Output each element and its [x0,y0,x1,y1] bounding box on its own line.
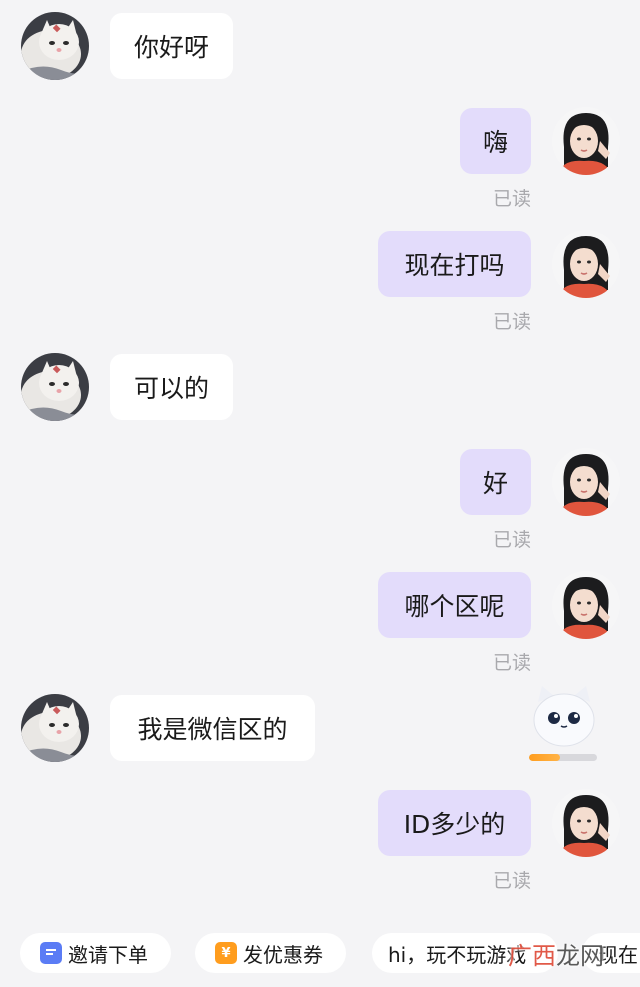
message-bubble-incoming[interactable]: 我是微信区的 [110,695,315,761]
message-bubble-outgoing[interactable]: ID多少的 [378,790,531,856]
quick-reply-send-coupon[interactable]: ¥ 发优惠券 [195,933,346,973]
cat-mascot-icon[interactable] [528,680,600,764]
self-avatar[interactable] [552,571,620,639]
girl-avatar-icon [552,571,620,639]
message-bubble-outgoing[interactable]: 嗨 [460,108,531,174]
cat-avatar-icon [21,694,89,762]
message-bubble-outgoing[interactable]: 哪个区呢 [378,572,531,638]
cat-avatar-icon [21,353,89,421]
girl-avatar-icon [552,107,620,175]
read-status: 已读 [492,311,531,333]
girl-avatar-icon [552,230,620,298]
contact-avatar[interactable] [21,694,89,762]
read-status: 已读 [492,652,531,674]
girl-avatar-icon [552,789,620,857]
chat-area: 你好呀 嗨 已读 现在打吗 已读 可以的 好 已读 哪个区呢 已读 我是微信区的 [0,0,640,987]
self-avatar[interactable] [552,230,620,298]
quick-reply-label: hi，玩不玩游戏 [388,942,527,967]
read-status: 已读 [492,870,531,892]
read-status: 已读 [492,529,531,551]
self-avatar[interactable] [552,107,620,175]
quick-reply-play-game[interactable]: hi，玩不玩游戏 [372,933,558,973]
self-avatar[interactable] [552,448,620,516]
quick-reply-now[interactable]: 现在 [582,933,640,973]
quick-reply-label: 邀请下单 [68,942,148,967]
quick-reply-bar: 邀请下单 ¥ 发优惠券 hi，玩不玩游戏 现在 [0,926,640,982]
message-bubble-incoming[interactable]: 你好呀 [110,13,233,79]
mascot-progress-bar [529,754,597,761]
message-bubble-incoming[interactable]: 可以的 [110,354,233,420]
message-bubble-outgoing[interactable]: 好 [460,449,531,515]
quick-reply-label: 发优惠券 [243,942,323,967]
girl-avatar-icon [552,448,620,516]
read-status: 已读 [492,188,531,210]
quick-reply-label: 现在 [598,942,638,967]
coupon-icon: ¥ [215,942,237,964]
contact-avatar[interactable] [21,12,89,80]
mascot-progress-fill [529,754,560,761]
cat-avatar-icon [21,12,89,80]
quick-reply-invite-order[interactable]: 邀请下单 [20,933,171,973]
self-avatar[interactable] [552,789,620,857]
invite-order-icon [40,942,62,964]
message-bubble-outgoing[interactable]: 现在打吗 [378,231,531,297]
contact-avatar[interactable] [21,353,89,421]
